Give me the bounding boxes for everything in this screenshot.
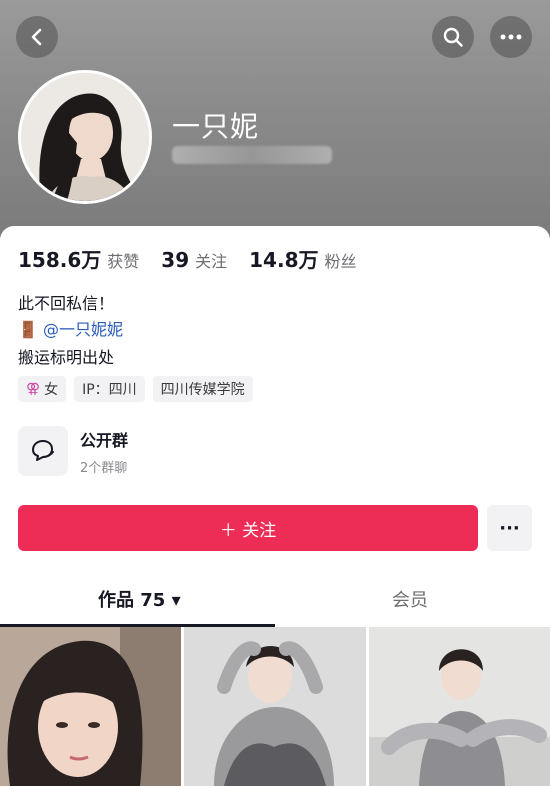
bio-line-3: 搬运标明出处	[18, 348, 115, 367]
more-options-button[interactable]	[490, 16, 532, 58]
back-icon	[31, 28, 42, 46]
public-group-entry[interactable]: 公开群 2个群聊	[18, 426, 128, 476]
search-icon	[443, 27, 463, 47]
profile-name: 一只妮	[172, 110, 260, 143]
video-thumbnail[interactable]	[184, 627, 366, 786]
avatar-portrait-image	[21, 73, 149, 201]
followers-label[interactable]: 粉丝	[325, 248, 357, 272]
more-actions-button[interactable]: ···	[487, 505, 532, 551]
profile-stats: 158.6万 获赞 39 关注 14.8万 粉丝	[18, 244, 379, 273]
gender-label: 女	[44, 382, 59, 398]
video-thumbnail-image	[0, 627, 182, 786]
video-thumbnail-image	[184, 627, 366, 786]
group-icon-container	[18, 426, 68, 476]
works-grid	[0, 627, 550, 786]
female-icon: ⚢	[26, 381, 41, 397]
door-emoji-icon: 🚪	[18, 320, 38, 339]
mention-link[interactable]: @一只妮妮	[43, 320, 123, 339]
group-text: 公开群 2个群聊	[80, 427, 128, 476]
more-dots-icon: ···	[499, 517, 520, 539]
follow-button[interactable]: ＋ 关注	[18, 505, 478, 551]
content-tabs: 作品 75 ▾ 会员	[0, 580, 550, 626]
following-label[interactable]: 关注	[195, 248, 227, 272]
more-icon	[500, 34, 522, 40]
user-id-blurred	[172, 146, 332, 164]
video-thumbnail[interactable]	[0, 627, 182, 786]
video-thumbnail[interactable]	[368, 627, 550, 786]
followers-count[interactable]: 14.8万	[249, 244, 318, 273]
back-button[interactable]	[16, 16, 58, 58]
tab-member[interactable]: 会员	[392, 586, 428, 612]
chat-bubbles-icon	[32, 440, 54, 461]
school-tag[interactable]: 四川传媒学院	[152, 376, 253, 402]
following-count[interactable]: 39	[161, 248, 189, 272]
gender-tag: ⚢ 女	[18, 376, 67, 402]
likes-count: 158.6万	[18, 248, 102, 272]
avatar[interactable]	[18, 70, 152, 204]
search-button[interactable]	[432, 16, 474, 58]
bio-line-1: 此不回私信！	[18, 294, 115, 313]
tab-works[interactable]: 作品 75 ▾	[98, 586, 181, 612]
likes-label: 获赞	[107, 252, 140, 271]
bio-line-2: 🚪 @一只妮妮	[18, 316, 123, 340]
group-subtitle: 2个群聊	[80, 460, 128, 476]
video-thumbnail-image	[368, 627, 550, 786]
group-title: 公开群	[80, 430, 129, 450]
ip-tag: IP：四川	[74, 376, 145, 402]
profile-tags: ⚢ 女 IP：四川 四川传媒学院	[18, 376, 253, 402]
